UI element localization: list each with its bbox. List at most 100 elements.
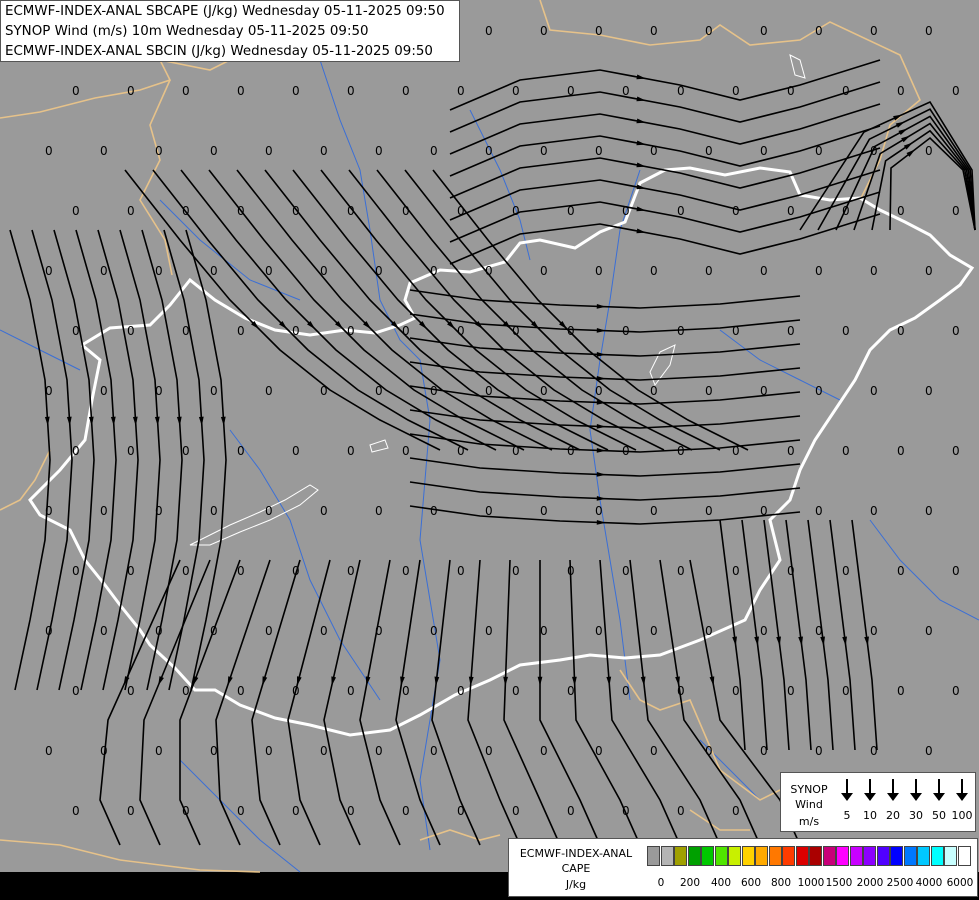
sbcin-value-label: 0 [622,804,630,818]
sbcin-value-label: 0 [540,744,548,758]
cape-color-swatch [728,846,741,866]
cape-color-swatch [701,846,714,866]
sbcin-value-label: 0 [72,324,80,338]
sbcin-value-label: 0 [622,204,630,218]
sbcin-value-label: 0 [760,504,768,518]
synop-speed-label: 20 [886,809,900,822]
sbcin-value-label: 0 [952,684,960,698]
sbcin-value-label: 0 [595,624,603,638]
sbcin-value-label: 0 [457,564,465,578]
sbcin-value-label: 0 [705,744,713,758]
sbcin-value-label: 0 [265,744,273,758]
sbcin-value-label: 0 [347,564,355,578]
sbcin-value-label: 0 [430,504,438,518]
sbcin-value-label: 0 [72,204,80,218]
sbcin-value-label: 0 [457,804,465,818]
sbcin-value-label: 0 [457,324,465,338]
sbcin-value-label: 0 [100,504,108,518]
sbcin-value-label: 0 [402,444,410,458]
cape-color-swatch [647,846,660,866]
sbcin-value-label: 0 [705,24,713,38]
sbcin-value-label: 0 [512,324,520,338]
sbcin-value-label: 0 [375,744,383,758]
sbcin-value-label: 0 [375,384,383,398]
sbcin-value-label: 0 [320,264,328,278]
sbcin-value-label: 0 [292,444,300,458]
sbcin-value-label: 0 [870,144,878,158]
sbcin-value-label: 0 [100,744,108,758]
sbcin-value-label: 0 [182,84,190,98]
sbcin-value-label: 0 [45,384,53,398]
sbcin-value-label: 0 [842,564,850,578]
sbcin-value-label: 0 [705,624,713,638]
cape-legend-subtitle: CAPE [561,862,591,875]
sbcin-value-label: 0 [732,84,740,98]
sbcin-value-label: 0 [925,624,933,638]
cape-tick-label: 0 [657,877,665,889]
sbcin-value-label: 0 [292,564,300,578]
sbcin-value-label: 0 [512,804,520,818]
sbcin-value-label: 0 [347,324,355,338]
sbcin-value-label: 0 [457,684,465,698]
sbcin-value-label: 0 [815,384,823,398]
synop-wind-legend: SYNOP Wind m/s 5 10 20 30 50 100 [780,772,976,832]
sbcin-value-label: 0 [650,624,658,638]
sbcin-value-label: 0 [732,804,740,818]
sbcin-value-label: 0 [842,324,850,338]
sbcin-value-label: 0 [870,384,878,398]
sbcin-value-label: 0 [567,324,575,338]
sbcin-value-label: 0 [127,204,135,218]
cape-color-swatch [930,846,944,866]
sbcin-value-label: 0 [925,264,933,278]
sbcin-value-label: 0 [292,684,300,698]
sbcin-value-label: 0 [760,744,768,758]
cape-color-swatch [876,846,890,866]
sbcin-value-label: 0 [485,264,493,278]
sbcin-value-label: 0 [595,24,603,38]
sbcin-value-label: 0 [650,744,658,758]
sbcin-value-label: 0 [705,504,713,518]
synop-legend-title: SYNOP [790,783,828,796]
sbcin-value-label: 0 [265,384,273,398]
sbcin-value-label: 0 [182,324,190,338]
cape-tick-label: 800 [770,877,792,889]
sbcin-value-label: 0 [127,324,135,338]
sbcin-value-label: 0 [897,444,905,458]
cape-color-swatch [714,846,728,866]
title-line-cape: ECMWF-INDEX-ANAL SBCAPE (J/kg) Wednesday… [5,4,445,19]
sbcin-value-label: 0 [45,624,53,638]
synop-speed-label: 10 [863,809,877,822]
sbcin-value-label: 0 [430,384,438,398]
cape-color-swatch [957,846,971,866]
cape-color-swatch [687,846,701,866]
sbcin-value-label: 0 [155,384,163,398]
sbcin-value-label: 0 [870,744,878,758]
sbcin-value-label: 0 [237,444,245,458]
sbcin-value-label: 0 [237,684,245,698]
sbcin-value-label: 0 [650,144,658,158]
cape-color-swatch [755,846,768,866]
sbcin-value-label: 0 [45,504,53,518]
sbcin-value-label: 0 [265,624,273,638]
sbcin-value-label: 0 [347,204,355,218]
sbcin-value-label: 0 [155,624,163,638]
sbcin-value-label: 0 [760,144,768,158]
sbcin-value-label: 0 [155,744,163,758]
sbcin-value-label: 0 [210,624,218,638]
sbcin-value-label: 0 [815,144,823,158]
sbcin-value-label: 0 [595,744,603,758]
sbcin-value-label: 0 [567,684,575,698]
sbcin-value-label: 0 [897,324,905,338]
sbcin-value-label: 0 [760,624,768,638]
synop-speed-label: 5 [843,809,851,822]
cape-color-swatch [903,846,917,866]
sbcin-value-label: 0 [155,504,163,518]
sbcin-value-label: 0 [237,324,245,338]
sbcin-value-label: 0 [732,324,740,338]
sbcin-value-label: 0 [127,84,135,98]
sbcin-value-label: 0 [72,84,80,98]
sbcin-value-label: 0 [210,264,218,278]
cape-tick-label: 600 [740,877,762,889]
sbcin-value-label: 0 [677,684,685,698]
sbcin-value-label: 0 [265,264,273,278]
